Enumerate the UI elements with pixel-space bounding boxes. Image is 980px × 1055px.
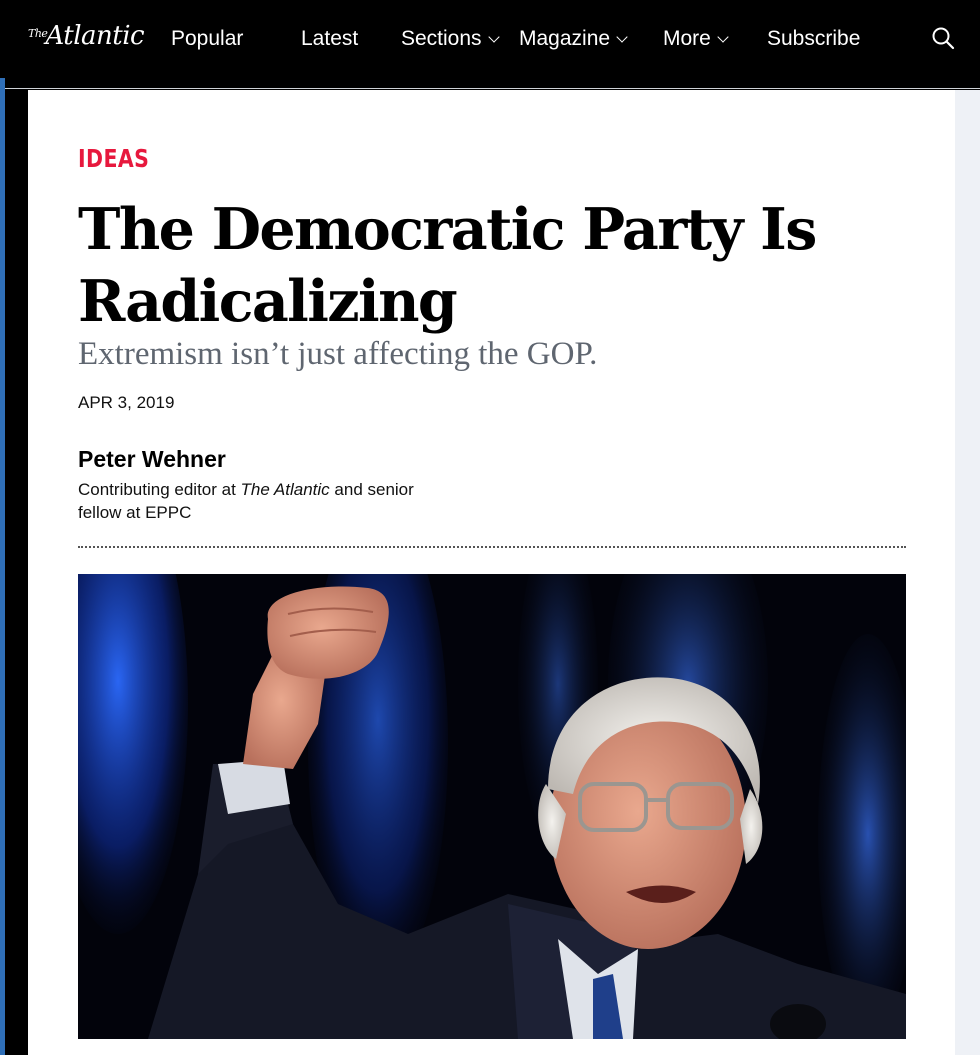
search-icon[interactable] bbox=[931, 26, 955, 50]
chevron-down-icon bbox=[616, 30, 628, 43]
nav-subscribe-label: Subscribe bbox=[767, 27, 861, 50]
nav-latest[interactable]: Latest bbox=[301, 24, 358, 54]
nav-magazine[interactable]: Magazine bbox=[519, 24, 628, 54]
publish-date: APR 3, 2019 bbox=[78, 393, 175, 412]
author-name[interactable]: Peter Wehner bbox=[78, 445, 226, 473]
nav-sections[interactable]: Sections bbox=[401, 24, 500, 54]
left-rail bbox=[0, 78, 5, 1055]
article-subheadline: Extremism isn’t just affecting the GOP. bbox=[78, 336, 598, 372]
author-bio: Contributing editor at The Atlantic and … bbox=[78, 478, 458, 524]
chevron-down-icon bbox=[487, 30, 500, 43]
article-headline: The Democratic Party Is Radicalizing bbox=[78, 196, 817, 335]
nav-popular-label: Popular bbox=[171, 27, 244, 50]
nav-latest-label: Latest bbox=[301, 27, 359, 50]
logo-main-text: Atlantic bbox=[45, 21, 145, 51]
chevron-down-icon bbox=[717, 30, 729, 43]
author-bio-prefix: Contributing editor at bbox=[78, 480, 241, 499]
article-header: IDEAS The Democratic Party Is Radicalizi… bbox=[28, 90, 955, 1055]
site-logo[interactable]: The Atlantic bbox=[28, 14, 145, 58]
author-bio-publication: The Atlantic bbox=[240, 480, 330, 499]
hero-image bbox=[78, 574, 906, 1039]
nav-more-label: More bbox=[663, 27, 711, 50]
nav-magazine-label: Magazine bbox=[519, 27, 611, 50]
nav-more[interactable]: More bbox=[663, 24, 729, 54]
page-gutter bbox=[955, 90, 980, 1055]
site-header: The Atlantic Popular Latest Sections Mag… bbox=[0, 0, 980, 78]
nav-popular[interactable]: Popular bbox=[171, 24, 243, 54]
nav-sections-label: Sections bbox=[401, 27, 482, 50]
nav-subscribe[interactable]: Subscribe bbox=[767, 24, 860, 54]
section-link[interactable]: IDEAS bbox=[78, 144, 149, 174]
logo-the-text: The bbox=[28, 27, 48, 40]
byline-divider bbox=[78, 546, 906, 548]
header-divider bbox=[5, 88, 980, 89]
